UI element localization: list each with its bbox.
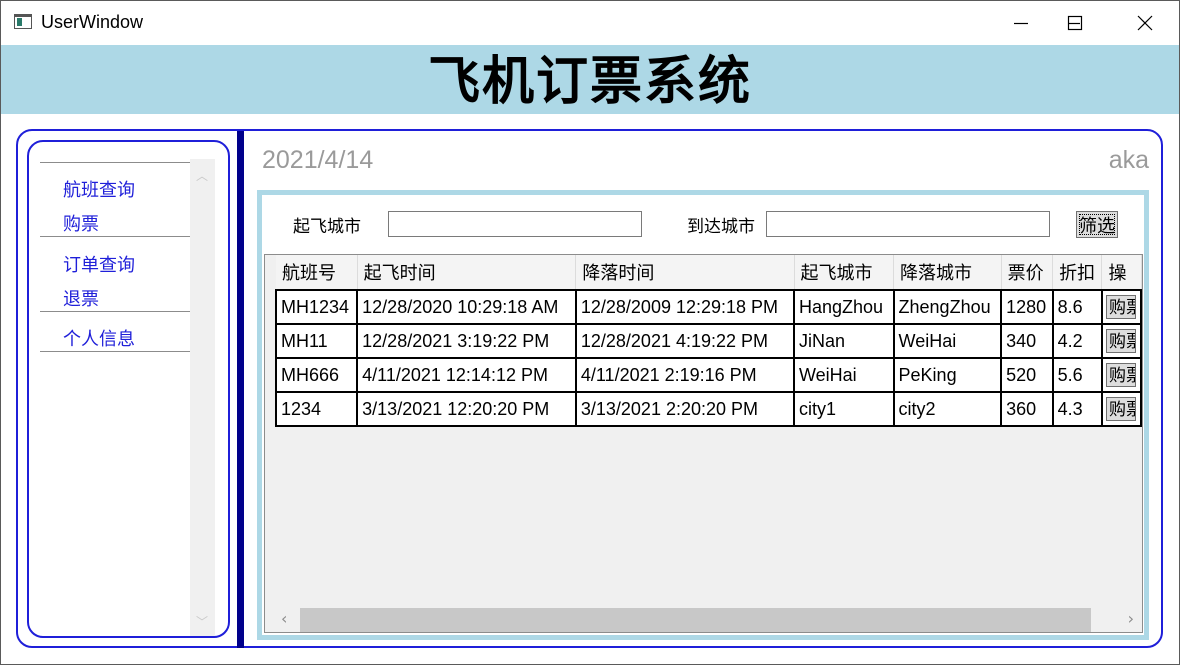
flight-table: 航班号 起飞时间 降落时间 起飞城市 降落城市 票价 折扣 操 MH1234 1… [274,255,1142,427]
discount-cell[interactable]: 5.6 [1051,357,1103,393]
username: aka [1108,146,1149,174]
scroll-up-icon[interactable]: ︿ [196,167,208,184]
price-cell[interactable]: 1280 [1000,289,1054,325]
sidebar-scrollbar[interactable]: ︿ ﹀ [190,159,215,636]
buy-ticket-button[interactable]: 购票 [1105,397,1136,421]
action-cell: 购票 [1100,391,1142,427]
discount-cell[interactable]: 8.6 [1051,289,1103,325]
header-banner: 飞机订票系统 [1,45,1179,114]
column-header[interactable]: 起飞时间 [357,255,577,291]
column-header[interactable]: 票价 [1001,255,1054,291]
close-icon [1137,15,1153,31]
buy-ticket-button[interactable]: 购票 [1105,329,1136,353]
maximize-control[interactable] [1052,1,1098,45]
maximize-icon [1067,15,1083,31]
arrival-city-cell[interactable]: PeKing [892,357,1003,393]
column-header[interactable]: 操 [1101,255,1142,291]
column-header[interactable]: 折扣 [1052,255,1103,291]
from-city-input[interactable] [388,211,642,237]
horizontal-scrollbar[interactable]: ‹ › [265,605,1142,632]
close-button[interactable] [1122,1,1168,45]
scroll-left-icon[interactable]: ‹ [281,609,287,628]
discount-cell[interactable]: 4.3 [1051,391,1103,427]
menu-separator [40,351,190,352]
action-cell: 购票 [1100,323,1142,359]
flight-number-cell[interactable]: MH1234 [274,289,359,325]
scrollbar-thumb[interactable] [300,608,1091,632]
flight-data-grid[interactable]: 航班号 起飞时间 降落时间 起飞城市 降落城市 票价 折扣 操 MH1234 1… [264,254,1143,633]
arrival-time-cell[interactable]: 3/13/2021 2:20:20 PM [574,391,796,427]
table-row[interactable]: 1234 3/13/2021 12:20:20 PM 3/13/2021 2:2… [274,391,1142,427]
departure-city-cell[interactable]: WeiHai [793,357,895,393]
departure-city-cell[interactable]: city1 [793,391,895,427]
sidebar-item-order-query[interactable]: 订单查询 [63,251,135,277]
menu-separator [40,162,190,163]
action-cell: 购票 [1100,357,1142,393]
minimize-line-icon [1014,22,1028,25]
departure-time-cell[interactable]: 4/11/2021 12:14:12 PM [356,357,577,393]
from-city-label: 起飞城市 [293,217,361,237]
arrival-city-cell[interactable]: WeiHai [892,323,1003,359]
arrival-time-cell[interactable]: 12/28/2021 4:19:22 PM [574,323,796,359]
vertical-divider [237,131,244,648]
sidebar-menu: 航班查询 购票 订单查询 退票 个人信息 [40,159,190,636]
to-city-label: 到达城市 [687,217,755,237]
sidebar-item-profile[interactable]: 个人信息 [63,325,135,351]
column-header[interactable]: 降落时间 [575,255,795,291]
app-icon [14,14,32,29]
menu-separator [40,236,190,237]
flight-number-cell[interactable]: 1234 [274,391,359,427]
sidebar-item-refund[interactable]: 退票 [63,285,99,311]
scroll-right-icon[interactable]: › [1128,609,1134,628]
table-header-row: 航班号 起飞时间 降落时间 起飞城市 降落城市 票价 折扣 操 [276,255,1142,291]
table-row[interactable]: MH11 12/28/2021 3:19:22 PM 12/28/2021 4:… [274,323,1142,359]
departure-city-cell[interactable]: HangZhou [793,289,895,325]
scroll-down-icon[interactable]: ﹀ [196,613,208,630]
arrival-city-cell[interactable]: city2 [892,391,1003,427]
filter-button[interactable]: 筛选 [1076,211,1118,238]
action-cell: 购票 [1100,289,1142,325]
departure-city-cell[interactable]: JiNan [793,323,895,359]
buy-ticket-button[interactable]: 购票 [1105,363,1136,387]
user-window: UserWindow 飞机订票系统 航班查询 购票 订单查询 退票 个人信息 ︿… [0,0,1180,665]
window-title: UserWindow [41,12,144,32]
departure-time-cell[interactable]: 12/28/2020 10:29:18 AM [356,289,577,325]
arrival-time-cell[interactable]: 4/11/2021 2:19:16 PM [574,357,796,393]
table-row[interactable]: MH666 4/11/2021 12:14:12 PM 4/11/2021 2:… [274,357,1142,393]
price-cell[interactable]: 520 [1000,357,1054,393]
column-header[interactable]: 降落城市 [893,255,1002,291]
table-row[interactable]: MH1234 12/28/2020 10:29:18 AM 12/28/2009… [274,289,1142,325]
sidebar-item-flight-query[interactable]: 航班查询 [63,176,135,202]
column-header[interactable]: 起飞城市 [794,255,895,291]
buy-ticket-button[interactable]: 购票 [1105,295,1136,319]
arrival-city-cell[interactable]: ZhengZhou [892,289,1003,325]
system-title: 飞机订票系统 [427,52,752,112]
flight-number-cell[interactable]: MH11 [274,323,359,359]
to-city-input[interactable] [766,211,1050,237]
arrival-time-cell[interactable]: 12/28/2009 12:29:18 PM [574,289,796,325]
discount-cell[interactable]: 4.2 [1051,323,1103,359]
menu-separator [40,311,190,312]
sidebar-item-buy-ticket[interactable]: 购票 [63,210,99,236]
current-date: 2021/4/14 [262,146,374,174]
flight-number-cell[interactable]: MH666 [274,357,359,393]
price-cell[interactable]: 360 [1000,391,1054,427]
minimize-control[interactable] [998,1,1044,45]
column-header[interactable]: 航班号 [276,255,358,291]
departure-time-cell[interactable]: 3/13/2021 12:20:20 PM [356,391,577,427]
departure-time-cell[interactable]: 12/28/2021 3:19:22 PM [356,323,577,359]
price-cell[interactable]: 340 [1000,323,1054,359]
